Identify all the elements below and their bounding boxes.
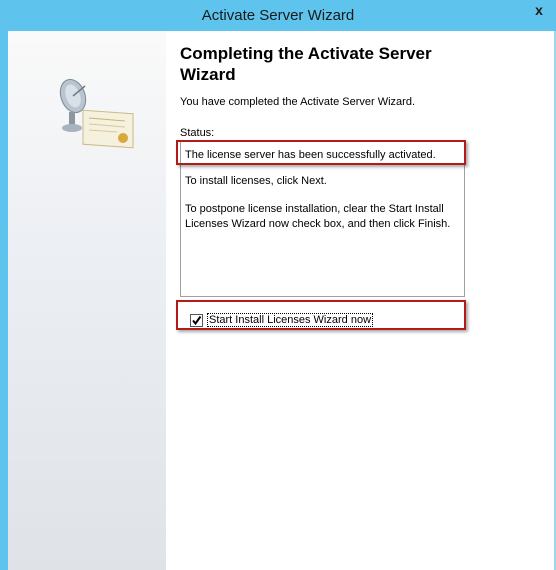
status-line-install: To install licenses, click Next. — [185, 175, 327, 187]
highlight-activation-status — [176, 140, 466, 165]
close-button[interactable]: x — [524, 0, 554, 20]
start-install-licenses-checkbox[interactable]: Start Install Licenses Wizard now — [190, 312, 374, 328]
checkmark-icon — [192, 315, 202, 325]
checkbox-box[interactable] — [190, 313, 203, 327]
status-line-postpone: To postpone license installation, clear … — [185, 203, 451, 230]
certificate-icon — [82, 109, 134, 149]
wizard-window: Activate Server Wizard x Completing the … — [0, 0, 556, 570]
window-title: Activate Server Wizard — [201, 7, 355, 24]
checkbox-label[interactable]: Start Install Licenses Wizard now — [207, 313, 374, 327]
window-frame-left — [0, 31, 8, 570]
wizard-graphic — [59, 79, 134, 149]
status-label: Status: — [180, 127, 215, 139]
title-bar[interactable]: Activate Server Wizard x — [0, 0, 556, 31]
close-icon: x — [535, 2, 543, 18]
wizard-side-panel — [8, 31, 166, 570]
page-title: Completing the Activate Server Wizard — [180, 44, 432, 84]
intro-text: You have completed the Activate Server W… — [180, 96, 415, 108]
